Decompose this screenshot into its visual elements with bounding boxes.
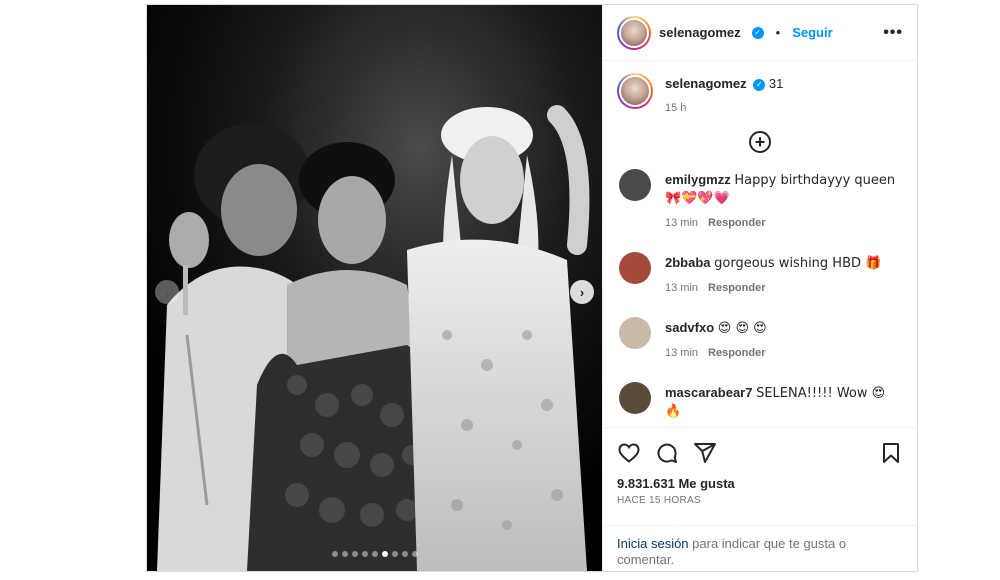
likes-count[interactable]: 9.831.631 Me gusta [617,476,903,491]
comment-avatar[interactable] [619,382,651,414]
instagram-post: ‹ › selenagomez ✓ • Seguir ••• selenagom… [146,4,918,572]
comment-item: mascarabear7 SELENA!!!!! Wow 😍 🔥 13 min … [617,382,903,427]
carousel-dot [341,551,348,557]
comment-avatar[interactable] [619,317,651,349]
post-actions: 9.831.631 Me gusta HACE 15 HORAS [603,427,917,525]
comment-time: 13 min [665,347,699,359]
load-more-comments-button[interactable]: + [749,131,771,153]
verified-badge-icon: ✓ [751,26,764,39]
comment-item: sadvfxo 😍 😍 😍 13 min Responder [617,317,903,362]
comments-section[interactable]: selenagomez ✓ 31 15 h + emilygmzz Happy … [603,61,917,427]
heart-icon[interactable] [617,441,641,465]
comment-username[interactable]: sadvfxo [665,320,714,335]
carousel-dot [391,551,398,557]
chevron-left-icon: ‹ [164,284,170,300]
comment-text: gorgeous wishing HBD 🎁 [714,256,882,271]
avatar[interactable] [617,15,651,50]
header-username[interactable]: selenagomez [659,25,741,40]
carousel-dot [381,551,388,557]
caption-username[interactable]: selenagomez [665,76,747,91]
caption-time: 15 h [665,102,687,114]
plus-icon: + [754,132,766,152]
comment-time: 13 min [665,282,699,294]
caption-avatar[interactable] [617,73,653,109]
follow-button[interactable]: Seguir [792,25,832,40]
post-photo [147,5,602,571]
comment-text: 😍 😍 😍 [717,321,767,336]
carousel-dot [371,551,378,557]
carousel-dot [331,551,338,557]
chevron-right-icon: › [579,284,585,300]
bookmark-icon[interactable] [879,441,903,465]
reply-button[interactable]: Responder [708,215,765,232]
comment-icon[interactable] [655,441,679,465]
carousel-dot [361,551,368,557]
post-timestamp: HACE 15 HORAS [617,495,701,506]
comment-username[interactable]: mascarabear7 [665,385,752,400]
carousel-next-button[interactable]: › [570,280,594,304]
reply-button[interactable]: Responder [708,280,765,297]
comment-avatar[interactable] [619,252,651,284]
comment-avatar[interactable] [619,169,651,201]
carousel-dot [401,551,408,557]
separator-dot: • [775,25,781,40]
comment-username[interactable]: emilygmzz [665,172,731,187]
carousel-dot [351,551,358,557]
post-sidebar: selenagomez ✓ • Seguir ••• selenagomez ✓… [602,5,917,571]
comment-username[interactable]: 2bbaba [665,255,711,270]
share-icon[interactable] [693,441,717,465]
caption-text: 31 [768,76,784,91]
verified-badge-icon: ✓ [753,78,766,91]
carousel-indicator [147,551,602,557]
comment-time: 13 min [665,217,699,229]
more-options-icon[interactable]: ••• [883,24,903,42]
comment-item: emilygmzz Happy birthdayyy queen 🎀💝💖💗 13… [617,169,903,232]
comment-item: 2bbaba gorgeous wishing HBD 🎁 13 min Res… [617,252,903,297]
carousel-prev-button[interactable]: ‹ [155,280,179,304]
caption: selenagomez ✓ 31 15 h [617,73,903,117]
login-link[interactable]: Inicia sesión [617,536,689,551]
post-media[interactable]: ‹ › [147,5,602,571]
carousel-dot [411,551,418,557]
reply-button[interactable]: Responder [708,345,765,362]
login-prompt: Inicia sesión para indicar que te gusta … [603,525,917,571]
post-header: selenagomez ✓ • Seguir ••• [603,5,917,61]
